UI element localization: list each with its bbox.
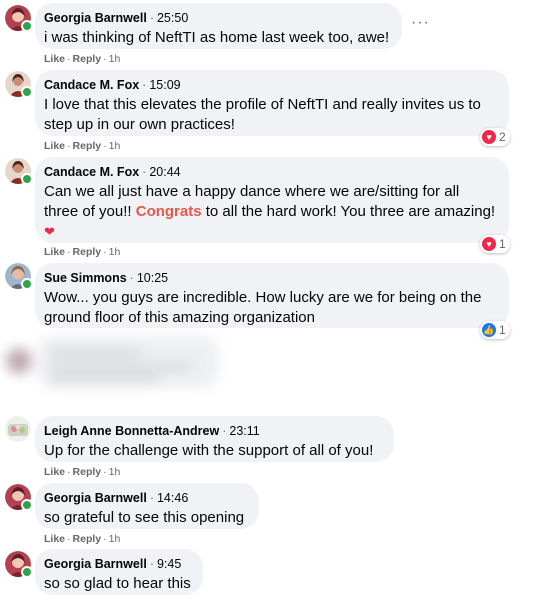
comment-timestamp[interactable]: 20:44 xyxy=(149,165,180,179)
comment-bubble: Leigh Anne Bonnetta-Andrew · 23:11 Up for … xyxy=(35,416,394,462)
reply-link[interactable]: Reply xyxy=(73,466,102,478)
comment-text: so so glad to hear this xyxy=(44,575,191,592)
reply-link[interactable]: Reply xyxy=(73,140,102,152)
comment-timestamp[interactable]: 14:46 xyxy=(157,491,188,505)
reaction-summary[interactable]: ♥ 1 xyxy=(480,235,510,253)
reaction-count: 1 xyxy=(499,237,506,251)
red-heart-icon: ❤ xyxy=(44,224,55,239)
reaction-count: 1 xyxy=(499,323,506,337)
comment-timestamp[interactable]: 23:11 xyxy=(229,424,259,438)
heart-icon: ♥ xyxy=(482,237,496,251)
avatar[interactable] xyxy=(5,416,31,442)
reaction-summary[interactable]: ♥ 2 xyxy=(480,128,510,146)
online-status-dot xyxy=(21,173,33,185)
comment-timestamp[interactable]: 15:09 xyxy=(149,78,180,92)
comment-author[interactable]: Leigh Anne Bonnetta-Andrew xyxy=(44,424,219,438)
comment-author[interactable]: Georgia Barnwell xyxy=(44,11,147,25)
comment-author[interactable]: Candace M. Fox xyxy=(44,165,139,179)
comment-bubble: Georgia Barnwell · 14:46 so grateful to se… xyxy=(35,483,259,529)
comment-actions: Like · Reply · 1h xyxy=(44,533,121,545)
comment-author[interactable]: Georgia Barnwell xyxy=(44,557,147,571)
avatar[interactable] xyxy=(5,71,33,98)
reply-link[interactable]: Reply xyxy=(73,533,102,545)
comment-actions: Like · Reply · 1h xyxy=(44,140,121,152)
comment-bubble: Candace M. Fox · 15:09 I love that this el… xyxy=(35,70,509,136)
comment-age[interactable]: 1h xyxy=(109,533,121,545)
comment-bubble: Georgia Barnwell · 9:45 so so glad to hear… xyxy=(35,549,203,595)
reply-link[interactable]: Reply xyxy=(73,53,102,65)
like-link[interactable]: Like xyxy=(44,140,65,152)
comment-age[interactable]: 1h xyxy=(109,246,121,258)
comment-text: Wow... you guys are incredible. How luck… xyxy=(44,289,482,326)
comment-timestamp[interactable]: 9:45 xyxy=(157,557,181,571)
comment-age[interactable]: 1h xyxy=(109,53,121,65)
avatar[interactable] xyxy=(5,263,33,290)
comment-text: Can we all just have a happy dance where… xyxy=(44,183,496,239)
meta-separator: · xyxy=(149,11,154,25)
comment-text: so grateful to see this opening xyxy=(44,509,245,526)
comment-text: I love that this elevates the profile of… xyxy=(44,96,481,133)
like-link[interactable]: Like xyxy=(44,533,65,545)
avatar[interactable] xyxy=(5,484,33,511)
comment-bubble: Sue Simmons · 10:25 Wow... you guys are in… xyxy=(35,263,509,328)
reply-link[interactable]: Reply xyxy=(73,246,102,258)
comment-author[interactable]: Candace M. Fox xyxy=(44,78,139,92)
comment-bubble: Candace M. Fox · 20:44 Can we all just hav… xyxy=(35,157,509,243)
online-status-dot xyxy=(21,278,33,290)
online-status-dot xyxy=(21,566,33,578)
comment-bubble: Georgia Barnwell · 25:50 i was thinking of… xyxy=(35,3,402,49)
reaction-summary[interactable]: 👍 1 xyxy=(480,321,510,339)
avatar[interactable] xyxy=(5,551,33,578)
avatar-image xyxy=(5,416,31,442)
obscured-comment xyxy=(0,330,240,400)
comment-age[interactable]: 1h xyxy=(109,466,121,478)
comment-text: i was thinking of NeftTI as home last we… xyxy=(44,29,390,46)
thumbs-up-icon: 👍 xyxy=(482,323,496,337)
comment-actions: Like · Reply · 1h xyxy=(44,246,121,258)
comment-timestamp[interactable]: 25:50 xyxy=(157,11,188,25)
congrats-highlight[interactable]: Congrats xyxy=(136,203,202,220)
like-link[interactable]: Like xyxy=(44,53,65,65)
avatar[interactable] xyxy=(5,5,33,32)
comment-timestamp[interactable]: 10:25 xyxy=(137,271,168,285)
online-status-dot xyxy=(21,499,33,511)
like-link[interactable]: Like xyxy=(44,466,65,478)
reaction-count: 2 xyxy=(499,130,506,144)
comment-actions: Like · Reply · 1h xyxy=(44,53,121,65)
avatar[interactable] xyxy=(5,158,33,185)
comment-actions: Like · Reply · 1h xyxy=(44,466,121,478)
online-status-dot xyxy=(21,20,33,32)
comment-author[interactable]: Sue Simmons xyxy=(44,271,127,285)
online-status-dot xyxy=(21,86,33,98)
comment-age[interactable]: 1h xyxy=(109,140,121,152)
comment-author[interactable]: Georgia Barnwell xyxy=(44,491,147,505)
like-link[interactable]: Like xyxy=(44,246,65,258)
comment-text: Up for the challenge with the support of… xyxy=(44,442,374,459)
more-options-icon[interactable]: ··· xyxy=(411,14,430,32)
heart-icon: ♥ xyxy=(482,130,496,144)
